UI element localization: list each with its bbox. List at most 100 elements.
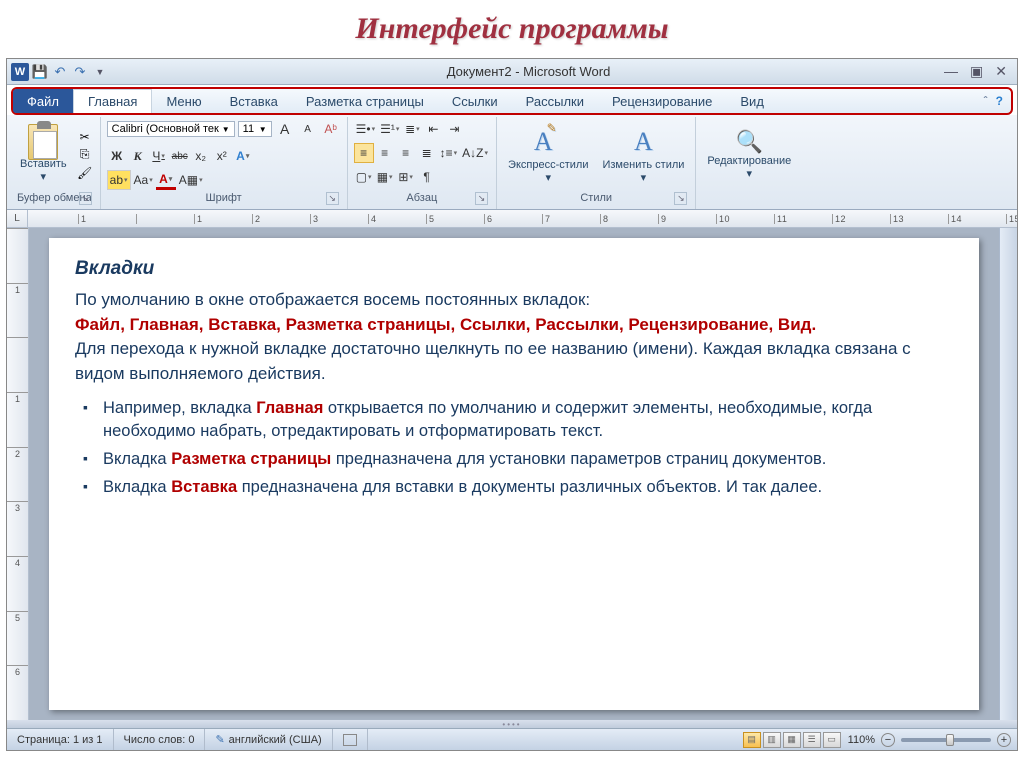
sort-icon[interactable]: A↓Z bbox=[460, 143, 490, 163]
justify-icon[interactable]: ≣ bbox=[417, 143, 437, 163]
tab-insert[interactable]: Вставка bbox=[216, 89, 292, 113]
horizontal-ruler[interactable]: 1 12 34 56 78 910 1112 1314 15 bbox=[28, 210, 1017, 228]
group-font: Calibri (Основной тек▼ 11▼ A A Aᵇ Ж К Ч … bbox=[101, 117, 348, 209]
view-web-icon[interactable]: ▦ bbox=[783, 732, 801, 748]
strike-button[interactable]: abc bbox=[170, 146, 190, 166]
paste-button[interactable]: Вставить▾ bbox=[15, 119, 72, 190]
view-print-layout-icon[interactable]: ▤ bbox=[743, 732, 761, 748]
font-color-button[interactable]: A bbox=[156, 170, 176, 190]
doc-paragraph-1: По умолчанию в окне отображается восемь … bbox=[75, 288, 953, 387]
view-draft-icon[interactable]: ▭ bbox=[823, 732, 841, 748]
numbering-icon[interactable]: ☰¹ bbox=[378, 119, 401, 139]
undo-icon[interactable]: ↶ bbox=[51, 63, 69, 81]
superscript-button[interactable]: x² bbox=[212, 146, 232, 166]
align-right-icon[interactable]: ≡ bbox=[396, 143, 416, 163]
word-window: W 💾 ↶ ↷ ▼ Документ2 - Microsoft Word — ▣… bbox=[6, 58, 1018, 751]
multilevel-icon[interactable]: ≣ bbox=[402, 119, 422, 139]
document-area: 1 1 23 45 6 Вкладки По умолчанию в окне … bbox=[7, 228, 1017, 720]
paragraph-launcher-icon[interactable]: ↘ bbox=[475, 192, 488, 205]
tab-references[interactable]: Ссылки bbox=[438, 89, 512, 113]
cut-icon[interactable]: ✂ bbox=[76, 129, 94, 145]
window-controls: — ▣ ✕ bbox=[944, 63, 1017, 80]
tabs-icon[interactable]: ⊞ bbox=[396, 167, 416, 187]
align-center-icon[interactable]: ≡ bbox=[375, 143, 395, 163]
group-styles: A Экспресс-стили▾ A Изменить стили▾ Стил… bbox=[497, 117, 696, 209]
doc-heading: Вкладки bbox=[75, 258, 953, 280]
font-size-select[interactable]: 11▼ bbox=[238, 121, 272, 137]
change-styles-button[interactable]: A Изменить стили▾ bbox=[597, 119, 689, 190]
format-painter-icon[interactable]: 🖌 bbox=[76, 165, 94, 181]
zoom-out-icon[interactable]: − bbox=[881, 733, 895, 747]
line-spacing-icon[interactable]: ↕≡ bbox=[438, 143, 460, 163]
editing-button[interactable]: 🔍 Редактирование▾ bbox=[702, 119, 796, 190]
font-name-select[interactable]: Calibri (Основной тек▼ bbox=[107, 121, 235, 137]
outdent-icon[interactable]: ⇤ bbox=[423, 119, 443, 139]
bullets-icon[interactable]: ☰• bbox=[354, 119, 377, 139]
align-left-icon[interactable]: ≡ bbox=[354, 143, 374, 163]
slide-title: Интерфейс программы bbox=[0, 0, 1024, 58]
ribbon: Вставить▾ ✂ ⎘ 🖌 Буфер обмена↘ Calibri (О… bbox=[7, 115, 1017, 210]
tab-menu[interactable]: Меню bbox=[152, 89, 215, 113]
ribbon-minimize-icon[interactable]: ˆ bbox=[984, 94, 988, 108]
case-button[interactable]: Aa bbox=[132, 170, 155, 190]
status-bar: Страница: 1 из 1 Число слов: 0 ✎английск… bbox=[7, 728, 1017, 750]
status-insert-mode[interactable] bbox=[333, 729, 368, 750]
group-paragraph: ☰• ☰¹ ≣ ⇤ ⇥ ≡ ≡ ≡ ≣ ↕≡ A↓Z ▢ ▦ ⊞ bbox=[348, 117, 497, 209]
view-reading-icon[interactable]: ▥ bbox=[763, 732, 781, 748]
window-title: Документ2 - Microsoft Word bbox=[113, 64, 944, 79]
group-label-editing bbox=[702, 190, 796, 207]
maximize-icon[interactable]: ▣ bbox=[970, 63, 983, 80]
underline-button[interactable]: Ч bbox=[149, 146, 169, 166]
italic-button[interactable]: К bbox=[128, 146, 148, 166]
zoom-in-icon[interactable]: + bbox=[997, 733, 1011, 747]
shrink-font-icon[interactable]: A bbox=[298, 119, 318, 139]
font-launcher-icon[interactable]: ↘ bbox=[326, 192, 339, 205]
status-page[interactable]: Страница: 1 из 1 bbox=[7, 729, 114, 750]
group-label-paragraph: Абзац↘ bbox=[354, 190, 490, 207]
grow-font-icon[interactable]: A bbox=[275, 119, 295, 139]
clipboard-launcher-icon[interactable]: ↘ bbox=[79, 192, 92, 205]
group-clipboard: Вставить▾ ✂ ⎘ 🖌 Буфер обмена↘ bbox=[9, 117, 101, 209]
subscript-button[interactable]: x₂ bbox=[191, 146, 211, 166]
status-words[interactable]: Число слов: 0 bbox=[114, 729, 206, 750]
word-logo-icon: W bbox=[11, 63, 29, 81]
borders-icon[interactable]: ▦ bbox=[375, 167, 395, 187]
show-marks-icon[interactable]: ¶ bbox=[417, 167, 437, 187]
zoom-slider[interactable] bbox=[901, 738, 991, 742]
tab-home[interactable]: Главная bbox=[73, 89, 152, 113]
tab-view[interactable]: Вид bbox=[726, 89, 778, 113]
paste-icon bbox=[28, 124, 58, 160]
tab-review[interactable]: Рецензирование bbox=[598, 89, 726, 113]
list-item: Например, вкладка Главная открывается по… bbox=[103, 397, 953, 445]
change-styles-icon: A bbox=[626, 125, 660, 159]
redo-icon[interactable]: ↷ bbox=[71, 63, 89, 81]
highlight-button[interactable]: ab bbox=[107, 170, 131, 190]
styles-launcher-icon[interactable]: ↘ bbox=[674, 192, 687, 205]
bold-button[interactable]: Ж bbox=[107, 146, 127, 166]
tab-layout[interactable]: Разметка страницы bbox=[292, 89, 438, 113]
text-effect-button[interactable]: A bbox=[233, 146, 253, 166]
close-icon[interactable]: ✕ bbox=[995, 63, 1007, 80]
quick-styles-button[interactable]: A Экспресс-стили▾ bbox=[503, 119, 593, 190]
splitter-handle[interactable]: •••• bbox=[7, 720, 1017, 728]
document-page[interactable]: Вкладки По умолчанию в окне отображается… bbox=[49, 238, 979, 710]
vertical-scrollbar[interactable] bbox=[999, 228, 1017, 720]
ruler-corner: L bbox=[7, 210, 28, 228]
tab-file[interactable]: Файл bbox=[13, 89, 73, 113]
shading-icon[interactable]: ▢ bbox=[354, 167, 374, 187]
copy-icon[interactable]: ⎘ bbox=[76, 147, 94, 163]
save-icon[interactable]: 💾 bbox=[31, 63, 49, 81]
vertical-ruler[interactable]: 1 1 23 45 6 bbox=[7, 228, 29, 720]
status-language[interactable]: ✎английский (США) bbox=[205, 729, 332, 750]
char-shading-button[interactable]: A▦ bbox=[177, 170, 205, 190]
view-outline-icon[interactable]: ☰ bbox=[803, 732, 821, 748]
clear-format-icon[interactable]: Aᵇ bbox=[321, 119, 341, 139]
group-editing: 🔍 Редактирование▾ bbox=[696, 117, 802, 209]
minimize-icon[interactable]: — bbox=[944, 63, 958, 80]
tab-mailings[interactable]: Рассылки bbox=[512, 89, 598, 113]
qat-dropdown-icon[interactable]: ▼ bbox=[91, 63, 109, 81]
group-label-font: Шрифт↘ bbox=[107, 190, 341, 207]
help-icon[interactable]: ? bbox=[996, 94, 1003, 108]
zoom-level[interactable]: 110% bbox=[842, 734, 881, 746]
indent-icon[interactable]: ⇥ bbox=[444, 119, 464, 139]
